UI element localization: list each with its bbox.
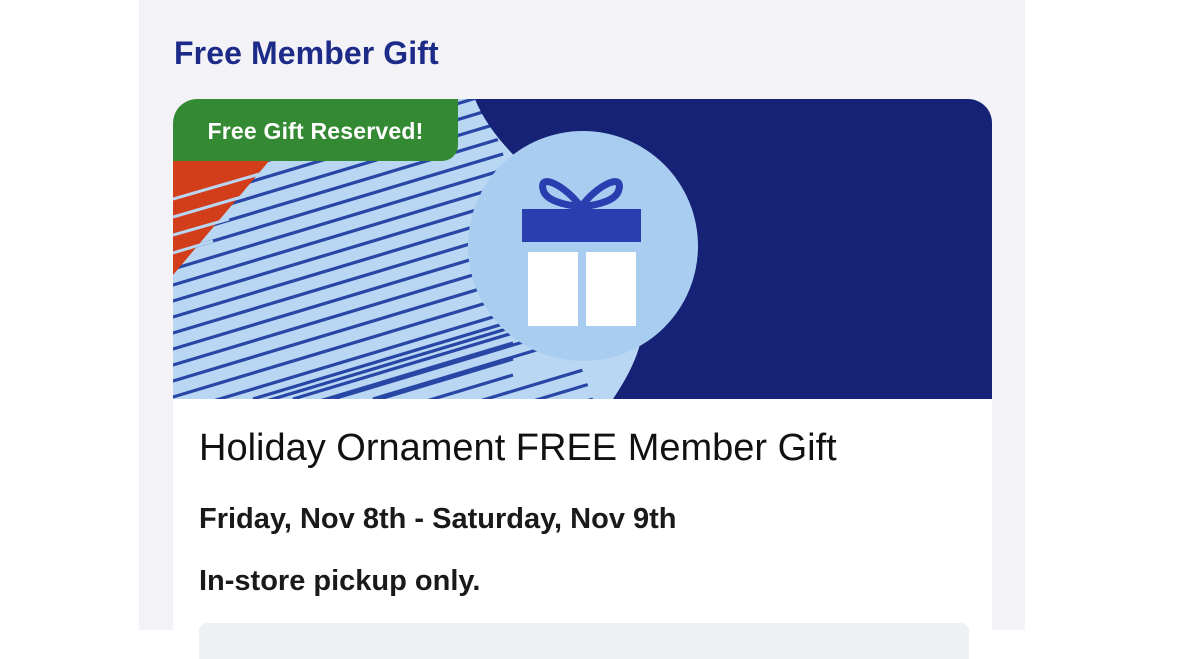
gift-dates: Friday, Nov 8th - Saturday, Nov 9th <box>199 503 677 535</box>
gift-card[interactable]: Free Gift Reserved! Holiday Ornament FRE… <box>173 99 992 659</box>
section-title: Free Member Gift <box>174 35 439 71</box>
gift-title: Holiday Ornament FREE Member Gift <box>199 427 837 469</box>
details-box <box>199 623 969 659</box>
pickup-note: In-store pickup only. <box>199 565 481 597</box>
gift-reserved-badge: Free Gift Reserved! <box>173 99 458 161</box>
